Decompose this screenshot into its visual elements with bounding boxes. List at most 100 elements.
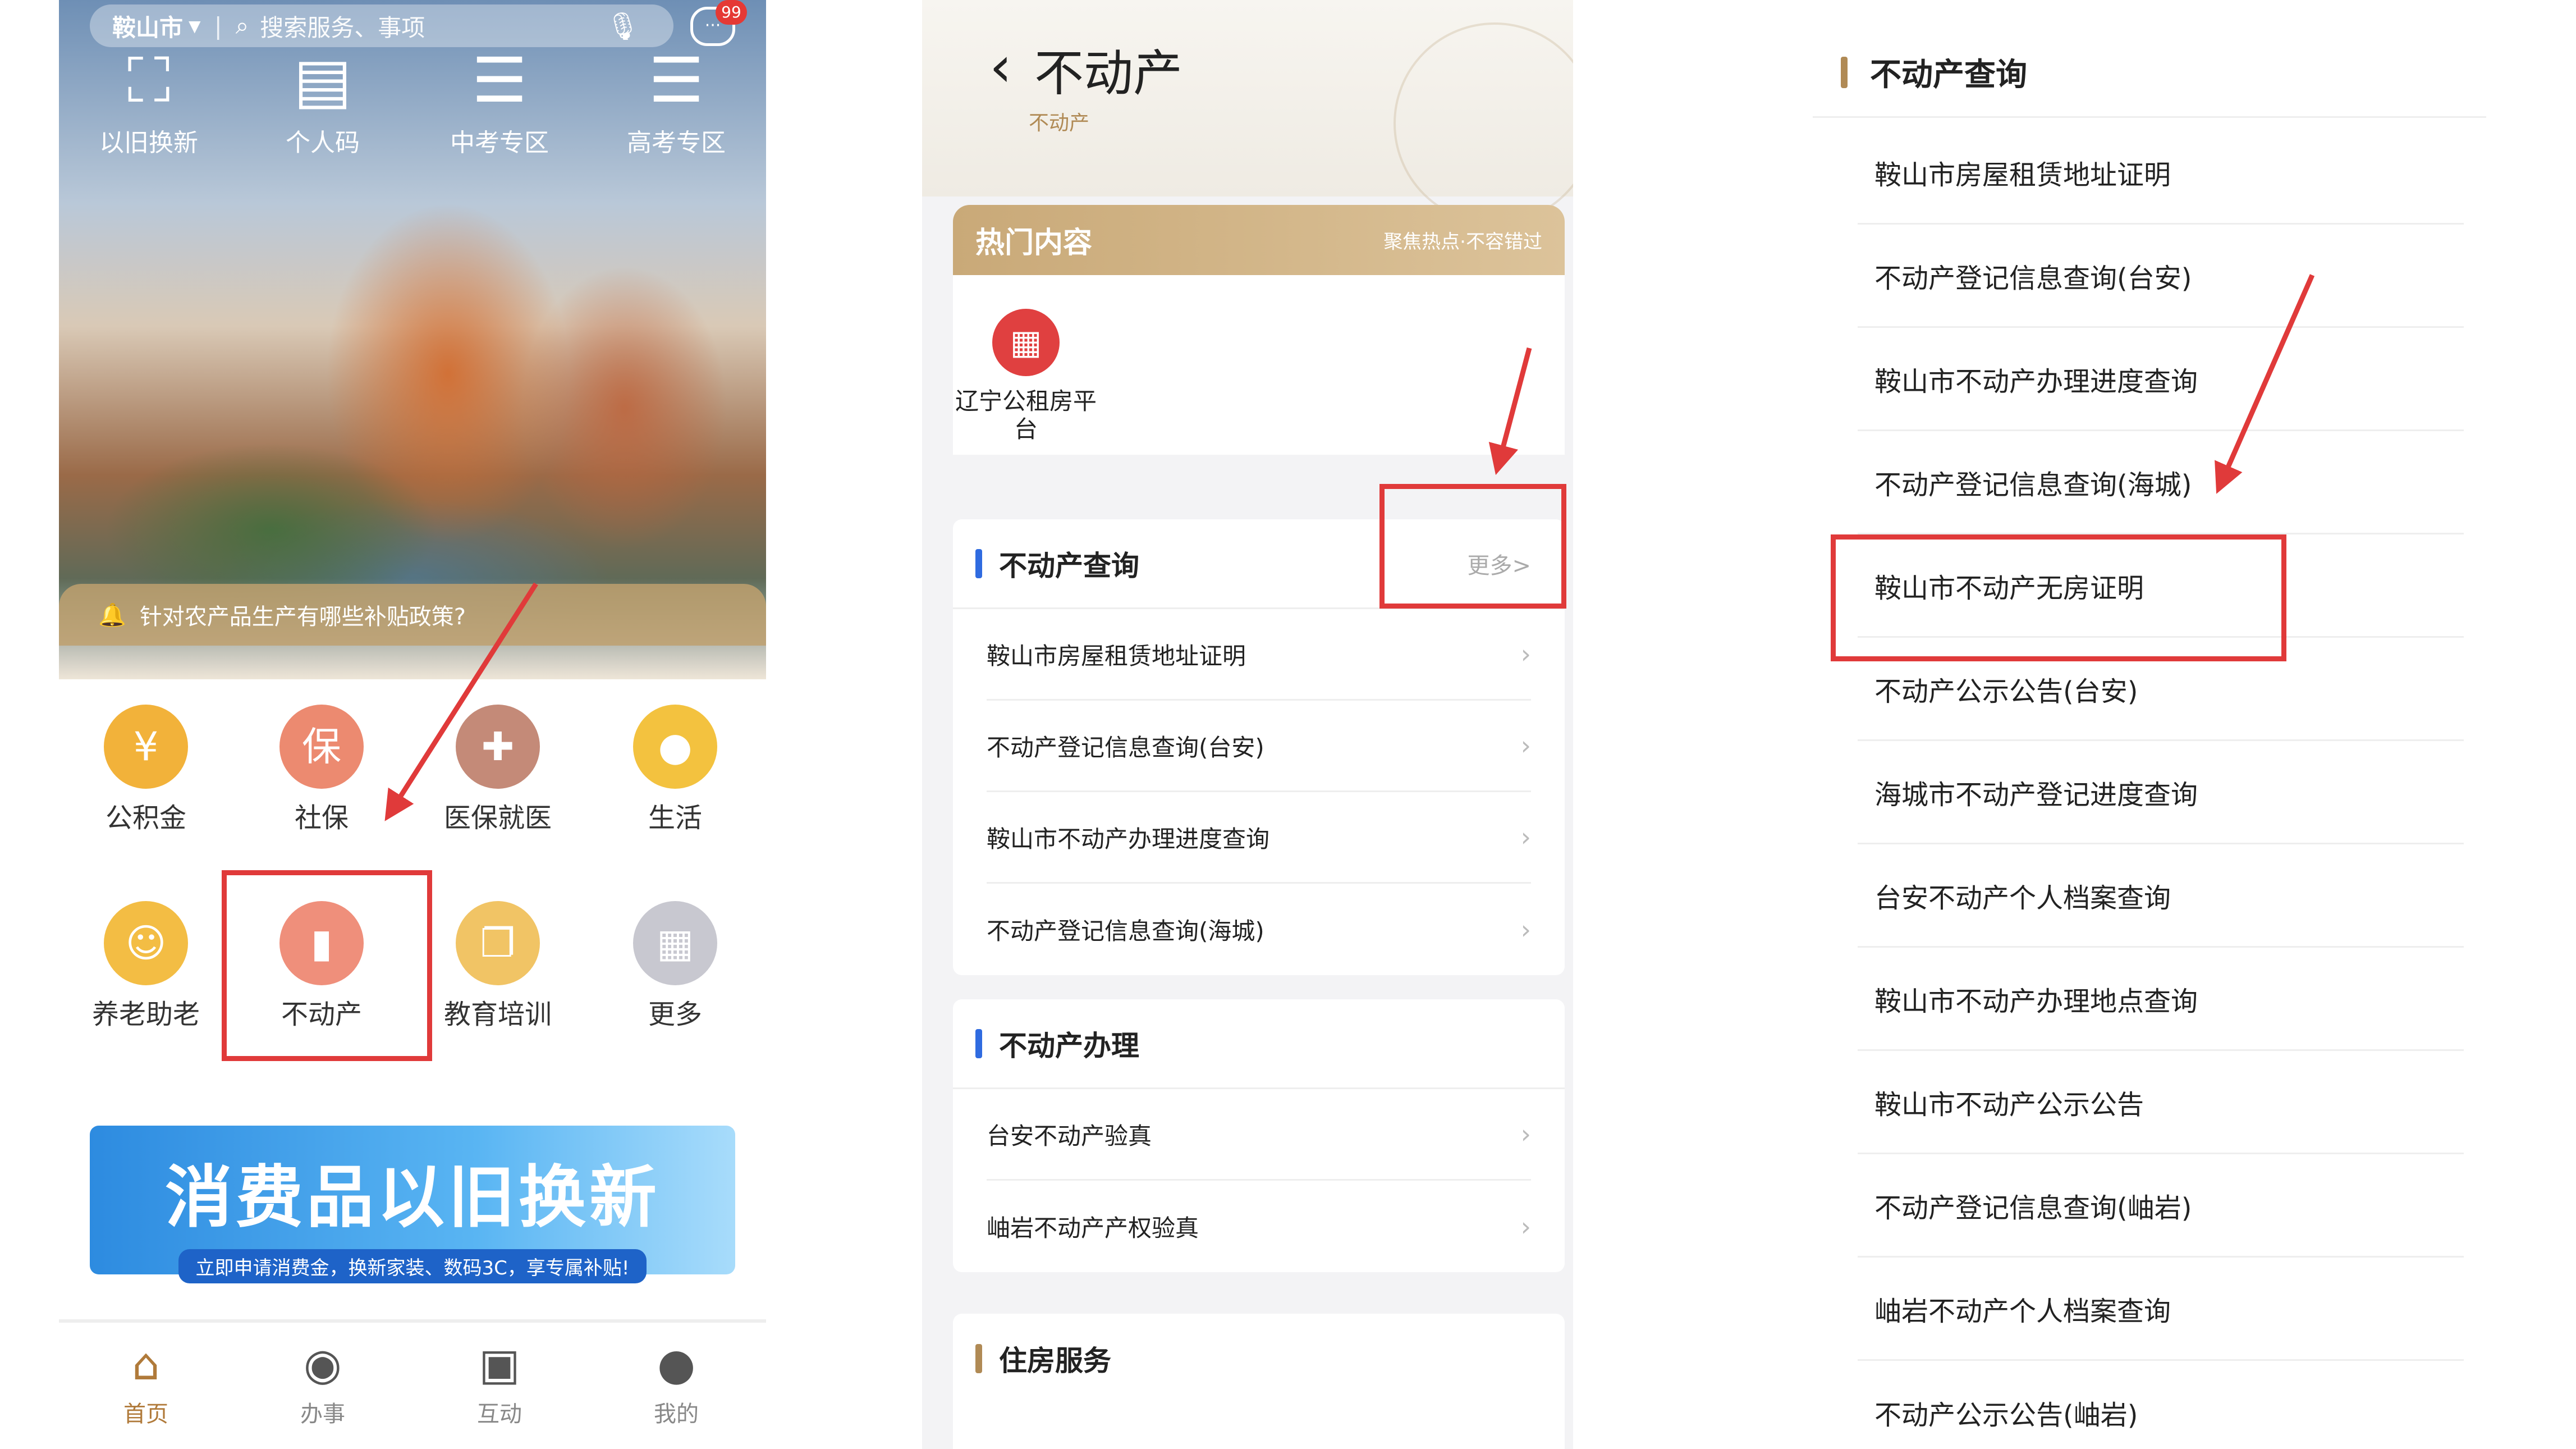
city-selector[interactable]: 鞍山市 xyxy=(112,9,183,43)
chat-icon: ▣ xyxy=(479,1340,520,1390)
chevron-right-icon: › xyxy=(1520,1119,1531,1149)
service-life[interactable]: ● 生活 xyxy=(602,705,748,835)
grid-icon: ▦ xyxy=(633,901,717,985)
banner-subtitle: 立即申请消费金，换新家装、数码3C，享专属补贴! xyxy=(178,1249,647,1283)
real-estate-query-list-screen: 不动产查询 鞍山市房屋租赁地址证明 不动产登记信息查询(台安) 鞍山市不动产办理… xyxy=(1785,0,2520,1449)
service-label: 社保 xyxy=(294,802,349,834)
chevron-right-icon: › xyxy=(1520,730,1531,761)
section-bar xyxy=(1841,56,1848,88)
insurance-icon: 保 xyxy=(279,705,364,789)
top-shortcut-gaokao[interactable]: ☰ 高考专区 xyxy=(620,44,732,158)
service-more[interactable]: ▦ 更多 xyxy=(602,901,748,1031)
section-bar xyxy=(975,1344,982,1373)
highlight-box xyxy=(1379,484,1566,609)
service-education[interactable]: ❐ 教育培训 xyxy=(425,901,571,1031)
list-item-label: 岫岩不动产产权验真 xyxy=(987,1214,1199,1242)
list-item[interactable]: 台安不动产个人档案查询 xyxy=(1858,844,2464,948)
building-icon: ▦ xyxy=(992,309,1060,376)
service-label: 教育培训 xyxy=(443,999,552,1030)
section-bar xyxy=(975,548,982,578)
hot-item-label: 辽宁公租房平台 xyxy=(955,387,1097,443)
search-bar[interactable]: 鞍山市 ▼ | ⌕ 搜索服务、事项 🎙 xyxy=(90,4,673,47)
service-label: 养老助老 xyxy=(91,999,200,1030)
section-bar xyxy=(975,1029,982,1058)
list-item[interactable]: 海城市不动产登记进度查询 xyxy=(1858,741,2464,844)
list-header: 不动产查询 xyxy=(1813,28,2486,118)
top-shortcut-zhongkao[interactable]: ☰ 中考专区 xyxy=(443,44,556,158)
list-item[interactable]: 不动产登记信息查询(海城) xyxy=(1858,431,2464,534)
tab-home[interactable]: ⌂ 首页 xyxy=(90,1340,202,1428)
service-social-security[interactable]: 保 社保 xyxy=(249,705,395,835)
list-item-label: 台安不动产验真 xyxy=(987,1122,1152,1150)
list-item[interactable]: 鞍山市不动产公示公告 xyxy=(1858,1051,2464,1154)
tab-label: 办事 xyxy=(300,1401,345,1427)
real-estate-screen: ‹ 不动产 不动产 热门内容 聚焦热点·不容错过 ▦ 辽宁公租房平台 不动产查询… xyxy=(922,0,1573,1449)
list-item[interactable]: 不动产登记信息查询(台安) › xyxy=(987,701,1531,792)
list-item[interactable]: 鞍山市不动产办理地点查询 xyxy=(1858,948,2464,1051)
list-item[interactable]: 鞍山市不动产办理进度查询 › xyxy=(987,792,1531,884)
service-medical[interactable]: ✚ 医保就医 xyxy=(425,705,571,835)
list-item-label: 鞍山市不动产办理进度查询 xyxy=(987,825,1270,853)
list-item[interactable]: 鞍山市不动产办理进度查询 xyxy=(1858,328,2464,431)
compass-icon: ◉ xyxy=(303,1340,342,1390)
list-item[interactable]: 台安不动产验真 › xyxy=(987,1089,1531,1181)
search-input[interactable]: 搜索服务、事项 xyxy=(260,9,425,43)
chevron-right-icon: › xyxy=(1520,639,1531,669)
stack-icon: ☰ xyxy=(471,44,528,116)
top-shortcut-label: 中考专区 xyxy=(450,129,549,157)
list-item[interactable]: 不动产登记信息查询(岫岩) xyxy=(1858,1154,2464,1258)
list-item[interactable]: 岫岩不动产个人档案查询 xyxy=(1858,1258,2464,1361)
list-item[interactable]: 不动产登记信息查询(海城) › xyxy=(987,884,1531,975)
chevron-down-icon: ▼ xyxy=(189,16,201,35)
tab-interact[interactable]: ▣ 互动 xyxy=(443,1340,556,1428)
notice-bar[interactable]: 🔔 针对农产品生产有哪些补贴政策? xyxy=(59,584,766,646)
highlight-box xyxy=(222,870,432,1061)
medical-icon: ✚ xyxy=(456,705,540,789)
top-shortcut-personal-code[interactable]: ▤ 个人码 xyxy=(267,44,379,158)
top-shortcut-label: 高考专区 xyxy=(627,129,726,157)
top-shortcut-label: 个人码 xyxy=(286,129,360,157)
hot-content-body: ▦ 辽宁公租房平台 xyxy=(953,275,1565,455)
service-label: 公积金 xyxy=(105,802,186,834)
real-estate-handle-card: 不动产办理 台安不动产验真 › 岫岩不动产产权验真 › xyxy=(953,999,1565,1272)
page-title: 不动产 xyxy=(1034,44,1183,102)
elderly-icon: ☺ xyxy=(104,901,188,985)
service-housing-fund[interactable]: ¥ 公积金 xyxy=(73,705,219,835)
trade-in-banner[interactable]: 消费品以旧换新 立即申请消费金，换新家装、数码3C，享专属补贴! xyxy=(90,1126,735,1283)
tab-services[interactable]: ◉ 办事 xyxy=(267,1340,379,1428)
house-yen-icon: ¥ xyxy=(104,705,188,789)
shield-icon: ● xyxy=(633,705,717,789)
service-label: 医保就医 xyxy=(443,802,552,834)
list-item[interactable]: 不动产登记信息查询(台安) xyxy=(1858,225,2464,328)
hot-item-public-rental[interactable]: ▦ 辽宁公租房平台 xyxy=(953,309,1099,444)
home-icon: ⌂ xyxy=(132,1340,160,1390)
section-title: 不动产办理 xyxy=(999,1029,1139,1062)
list-item[interactable]: 不动产公示公告(岫岩) xyxy=(1858,1361,2464,1449)
top-shortcut-trade-in[interactable]: ⛶ 以旧换新 xyxy=(93,44,205,158)
chevron-right-icon: › xyxy=(1520,1211,1531,1242)
microphone-icon[interactable]: 🎙 xyxy=(606,10,640,42)
tab-label: 互动 xyxy=(477,1401,522,1427)
book-icon: ❐ xyxy=(456,901,540,985)
back-arrow-icon[interactable]: ‹ xyxy=(989,34,1012,99)
section-title: 不动产查询 xyxy=(999,549,1139,582)
hot-content-title: 热门内容 xyxy=(975,226,1093,260)
message-badge: 99 xyxy=(716,0,747,25)
page-subtitle: 不动产 xyxy=(1029,112,1090,135)
tab-label: 首页 xyxy=(123,1401,168,1427)
top-shortcut-label: 以旧换新 xyxy=(99,129,198,157)
hot-content-tagline: 聚焦热点·不容错过 xyxy=(1383,231,1542,253)
list-item[interactable]: 鞍山市房屋租赁地址证明 › xyxy=(987,609,1531,701)
list-item[interactable]: 鞍山市房屋租赁地址证明 xyxy=(1858,121,2464,225)
card-header: 不动产办理 xyxy=(953,999,1565,1089)
banner-title: 消费品以旧换新 xyxy=(165,1159,660,1237)
section-title: 不动产查询 xyxy=(1870,57,2027,93)
list-item-label: 不动产登记信息查询(海城) xyxy=(987,917,1264,945)
list-item[interactable]: 岫岩不动产产权验真 › xyxy=(987,1181,1531,1272)
stack-icon: ☰ xyxy=(648,44,704,116)
service-elderly[interactable]: ☺ 养老助老 xyxy=(73,901,219,1031)
tab-mine[interactable]: ● 我的 xyxy=(620,1340,732,1428)
chevron-right-icon: › xyxy=(1520,822,1531,852)
search-icon: ⌕ xyxy=(235,12,249,39)
bottom-tab-bar: ⌂ 首页 ◉ 办事 ▣ 互动 ● 我的 xyxy=(59,1319,766,1449)
